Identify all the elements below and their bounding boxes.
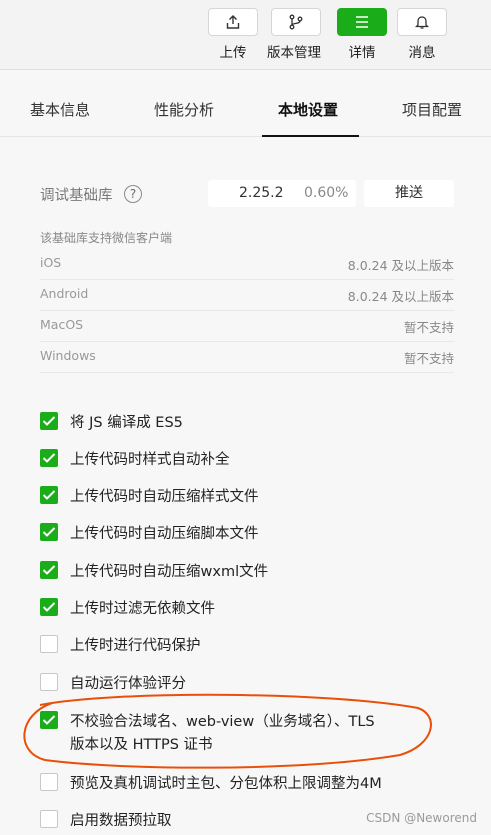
client-row: MacOS 暂不支持 xyxy=(40,311,454,342)
checkbox[interactable] xyxy=(40,810,58,828)
messages-label: 消息 xyxy=(408,45,436,61)
option-label: 不校验合法域名、web-view（业务域名）、TLS xyxy=(70,714,375,730)
checkbox[interactable] xyxy=(40,635,58,653)
client-support: 8.0.24 及以上版本 xyxy=(347,258,454,273)
client-support: 暂不支持 xyxy=(403,320,454,335)
option-label: 将 JS 编译成 ES5 xyxy=(70,415,183,431)
details-button[interactable]: 详情 xyxy=(337,8,387,61)
details-label: 详情 xyxy=(348,45,376,61)
watermark: CSDN @Neworend xyxy=(366,811,477,825)
option-label: 自动运行体验评分 xyxy=(70,676,186,692)
checkbox[interactable] xyxy=(40,711,58,729)
option-label: 上传代码时自动压缩wxml文件 xyxy=(70,564,269,580)
client-name: Windows xyxy=(40,348,96,363)
tab-local-settings[interactable]: 本地设置 xyxy=(278,99,338,120)
checkbox[interactable] xyxy=(40,673,58,691)
upload-icon xyxy=(208,8,258,36)
support-clients-title: 该基础库支持微信客户端 xyxy=(40,231,173,245)
option-label: 上传代码时自动压缩脚本文件 xyxy=(70,526,259,542)
option-label-line2: 版本以及 HTTPS 证书 xyxy=(70,737,213,753)
client-row: Windows 暂不支持 xyxy=(40,342,454,373)
client-name: Android xyxy=(40,286,89,301)
bell-icon xyxy=(397,8,447,36)
library-version: 2.25.2 xyxy=(239,185,284,201)
option-label: 上传时过滤无依赖文件 xyxy=(70,601,215,617)
option-label: 上传时进行代码保护 xyxy=(70,638,201,654)
option-label: 上传代码时自动压缩样式文件 xyxy=(70,489,259,505)
checkbox[interactable] xyxy=(40,561,58,579)
client-row: iOS 8.0.24 及以上版本 xyxy=(40,249,454,280)
branch-icon xyxy=(271,8,321,36)
push-button[interactable]: 推送 xyxy=(364,180,454,207)
checkbox[interactable] xyxy=(40,598,58,616)
option-label: 预览及真机调试时主包、分包体积上限调整为4M xyxy=(70,776,382,792)
tab-basic-info[interactable]: 基本信息 xyxy=(30,99,90,120)
active-tab-indicator xyxy=(262,135,359,137)
checkbox[interactable] xyxy=(40,773,58,791)
help-icon[interactable]: ? xyxy=(124,185,142,203)
option-label: 上传代码时样式自动补全 xyxy=(70,452,230,468)
client-support: 8.0.24 及以上版本 xyxy=(347,289,454,304)
messages-button[interactable]: 消息 xyxy=(397,8,447,61)
debug-library-label: 调试基础库 xyxy=(40,188,113,204)
checkbox[interactable] xyxy=(40,412,58,430)
checkbox[interactable] xyxy=(40,523,58,541)
library-version-select[interactable]: 2.25.2 0.60% xyxy=(208,180,356,207)
top-toolbar: 上传 版本管理 详情 消息 xyxy=(0,0,491,70)
client-row: Android 8.0.24 及以上版本 xyxy=(40,280,454,311)
version-management-button[interactable]: 版本管理 xyxy=(267,8,321,61)
checkbox[interactable] xyxy=(40,486,58,504)
option-label: 启用数据预拉取 xyxy=(70,813,172,829)
menu-icon xyxy=(337,8,387,36)
tab-performance[interactable]: 性能分析 xyxy=(154,99,214,120)
client-support: 暂不支持 xyxy=(403,351,454,366)
checkbox[interactable] xyxy=(40,449,58,467)
client-name: MacOS xyxy=(40,317,84,332)
client-name: iOS xyxy=(40,255,62,270)
upload-button[interactable]: 上传 xyxy=(208,8,258,61)
version-management-label: 版本管理 xyxy=(267,45,321,61)
upload-label: 上传 xyxy=(219,45,247,61)
library-usage-percent: 0.60% xyxy=(304,185,349,201)
tab-bar: 基本信息 性能分析 本地设置 项目配置 xyxy=(0,71,491,137)
tab-project-config[interactable]: 项目配置 xyxy=(402,99,462,120)
